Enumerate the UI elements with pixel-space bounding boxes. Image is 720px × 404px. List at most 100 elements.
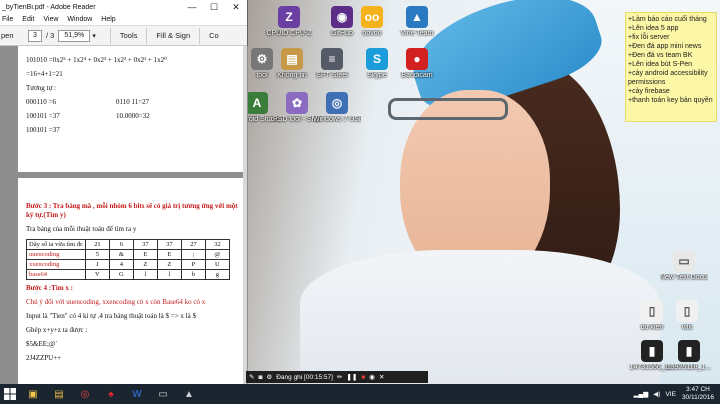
pen-icon[interactable]: ✎	[249, 373, 254, 381]
zoom-input[interactable]: 51,9%	[58, 29, 91, 42]
table-cell: 5	[84, 249, 110, 260]
acrobat-icon[interactable]: ♠	[98, 384, 124, 404]
document-area[interactable]: 101010 =0x2⁵ + 1x2⁴ + 0x2³ + 1x2² + 0x2¹…	[0, 46, 248, 384]
file-explorer-icon[interactable]: ▣	[20, 384, 46, 404]
menu-help[interactable]: Help	[101, 16, 115, 23]
doc-line: Input là "Tien" có 4 kí tự .4 tra bảng t…	[26, 312, 196, 320]
table-cell: l	[156, 269, 182, 280]
desktop-icon-label: oovoo	[362, 30, 382, 37]
language-indicator[interactable]: VIE	[665, 391, 675, 398]
desktop-icon[interactable]: ≡ SPT Steel	[308, 48, 356, 80]
desktop-icon[interactable]: oo oovoo	[348, 6, 396, 38]
table-cell: E	[156, 249, 182, 260]
desktop-icon-label: vltk	[681, 324, 693, 331]
clock-time: 3:47 CH	[686, 386, 710, 393]
network-icon[interactable]: ▂▄▆	[634, 390, 649, 398]
desktop-icon[interactable]: Z CPUID CPU-Z	[265, 6, 313, 38]
sticky-line: +Đen đá vs team BK	[628, 52, 693, 59]
table-row: base64 V G l l b g	[26, 269, 230, 280]
table-cell: g	[204, 269, 230, 280]
android-studio-icon: A	[246, 92, 268, 114]
encoding-table: Dãy số ta vừa tìm đc 21 6 37 37 27 32 uu…	[26, 239, 230, 280]
maximize-button[interactable]: ☐	[203, 2, 225, 13]
sticky-note[interactable]: +Làm báo cáo cuối tháng +Lên idea 5 app …	[625, 12, 717, 122]
wallpaper-glasses	[388, 98, 508, 120]
menu-edit[interactable]: Edit	[22, 16, 34, 23]
toolbar-divider	[146, 27, 148, 44]
psd-icon: ✿	[286, 92, 308, 114]
table-cell: ;	[180, 249, 206, 260]
steel-icon: ≡	[321, 48, 343, 70]
desktop-icon-label: Vine Team	[400, 30, 434, 37]
page-number-input[interactable]: 3	[28, 29, 42, 42]
step-heading: Bước 3 : Tra bảng mã , mỗi nhóm 6 bits s…	[26, 202, 238, 219]
sticky-line: +Làm báo cáo cuối tháng	[628, 16, 707, 23]
screenshot-icon[interactable]: ◉	[369, 373, 375, 381]
folder-icon: ▤	[281, 48, 303, 70]
doc-line: Ghép x+y+z ta được :	[26, 326, 88, 334]
table-row: xxencoding J 4 Z Z P U	[26, 259, 230, 270]
text-document-icon: ▭	[673, 250, 695, 272]
table-cell: Z	[132, 259, 158, 270]
menu-view[interactable]: View	[43, 16, 58, 23]
table-cell: 4	[108, 259, 134, 270]
image-file-icon: ▮	[641, 340, 663, 362]
desktop-icon[interactable]: ▲ Vine Team	[393, 6, 441, 38]
desktop-icon-label: Windows 7 USB DVD	[313, 116, 361, 123]
minimize-button[interactable]: —	[181, 2, 203, 12]
chrome-icon[interactable]: ◎	[72, 384, 98, 404]
desktop-icon-label: New Text Document	[660, 274, 708, 281]
sticky-line: +fix lỗi server	[628, 34, 670, 41]
terminal-icon[interactable]: ▭	[150, 384, 176, 404]
step-heading: Bước 4 :Tìm x :	[26, 284, 73, 292]
chevron-down-icon[interactable]: ▾	[92, 32, 96, 40]
doc-line: Tra bảng của mỗi thuật toán để tìm ra y	[26, 225, 137, 233]
menu-bar: File Edit View Window Help	[0, 14, 247, 26]
clock[interactable]: 3:47 CH 30/11/2016	[682, 386, 714, 402]
desktop-icon[interactable]: ● Bandicam	[393, 48, 441, 80]
desktop-icon[interactable]: ▭ New Text Document	[660, 250, 708, 282]
comment-button[interactable]: Co	[209, 31, 219, 40]
recording-status: Đang ghi [00:15:57]	[276, 373, 333, 381]
table-cell: U	[204, 259, 230, 270]
adobe-reader-window: _byTienBi.pdf - Adobe Reader — ☐ ✕ File …	[0, 0, 248, 384]
menu-window[interactable]: Window	[67, 16, 92, 23]
doc-line: 2J4ZZPU++	[26, 354, 62, 362]
sticky-line: permissions	[628, 79, 666, 86]
open-button[interactable]: pen	[0, 31, 24, 40]
settings-icon[interactable]: ⚙	[266, 373, 272, 381]
system-tray: ▂▄▆ ◀) VIE 3:47 CH 30/11/2016	[634, 384, 714, 404]
close-icon[interactable]: ✕	[379, 373, 384, 381]
table-cell: 37	[156, 239, 182, 250]
table-cell: P	[180, 259, 206, 270]
menu-file[interactable]: File	[2, 16, 13, 23]
windows-start-icon[interactable]	[0, 384, 20, 404]
volume-icon[interactable]: ◀)	[653, 390, 660, 398]
folder-icon[interactable]: ▤	[46, 384, 72, 404]
vertical-scrollbar[interactable]	[243, 46, 247, 384]
table-cell: @	[204, 249, 230, 260]
draw-icon[interactable]: ✏	[337, 373, 342, 381]
camera-icon[interactable]: ◙	[258, 374, 262, 381]
doc-note: Chú ý đổi với uuencoding, xxencoding có …	[26, 298, 206, 306]
desktop-icon[interactable]: ▮ 13925118_1...	[665, 340, 713, 372]
usb-dvd-icon: ◎	[326, 92, 348, 114]
recording-bar: ✎ ◙ ⚙ Đang ghi [00:15:57] ✏ ❚❚ ■ ◉ ✕	[246, 371, 428, 383]
document-icon: ▯	[641, 300, 663, 322]
desktop-icon-label: CPUID CPU-Z	[266, 30, 312, 37]
pause-icon[interactable]: ❚❚	[346, 373, 357, 381]
table-cell: xxencoding	[26, 259, 86, 270]
doc-cell: 10.0000=32	[116, 112, 150, 120]
close-button[interactable]: ✕	[225, 2, 247, 13]
sticky-line: +Lên idea 5 app	[628, 25, 679, 32]
reader-titlebar[interactable]: _byTienBi.pdf - Adobe Reader — ☐ ✕	[0, 0, 247, 14]
word-icon[interactable]: W	[124, 384, 150, 404]
photos-icon[interactable]: ▲	[176, 384, 202, 404]
tools-button[interactable]: Tools	[120, 31, 138, 40]
fill-sign-button[interactable]: Fill & Sign	[156, 31, 190, 40]
clock-date: 30/11/2016	[681, 394, 714, 401]
desktop-icon[interactable]: ▯ vltk	[663, 300, 711, 332]
stop-icon[interactable]: ■	[361, 374, 365, 381]
desktop-icon[interactable]: ◎ Windows 7 USB DVD	[313, 92, 361, 124]
desktop-icon-label: 13925118_1...	[666, 364, 712, 371]
